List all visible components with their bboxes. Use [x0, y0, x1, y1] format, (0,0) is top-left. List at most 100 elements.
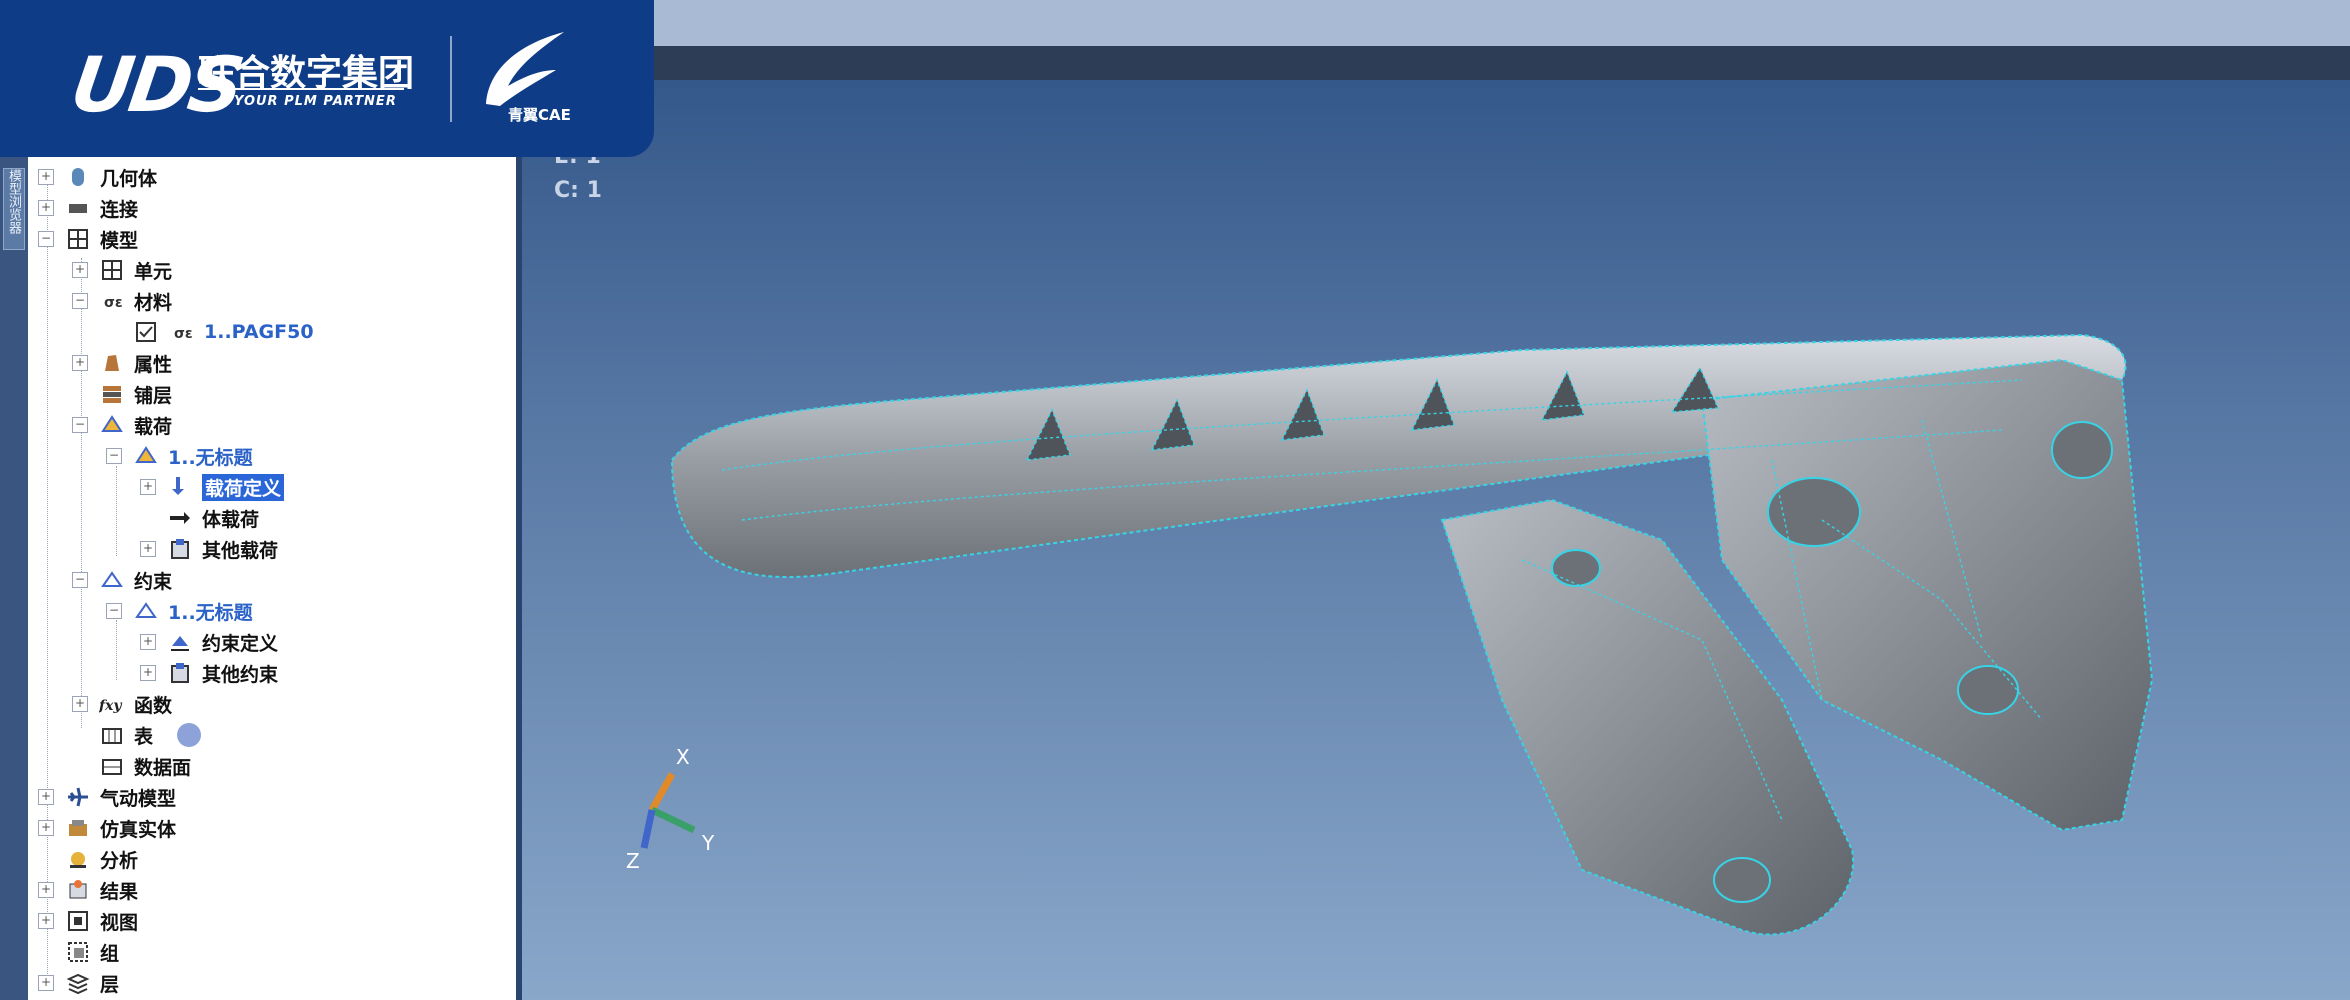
- tree-item-body-load[interactable]: 体载荷: [140, 504, 259, 532]
- expand-toggle[interactable]: +: [38, 913, 54, 929]
- material-icon: σε: [168, 319, 196, 345]
- tree-item-label: 几何体: [100, 167, 158, 190]
- collapse-toggle[interactable]: −: [72, 417, 88, 433]
- expand-toggle[interactable]: +: [72, 355, 88, 371]
- bracket-part-model[interactable]: [522, 0, 2350, 1000]
- tree-item-label: 单元: [134, 260, 173, 283]
- tree-item-constraint[interactable]: − 约束: [72, 566, 172, 594]
- svg-text:σε: σε: [174, 326, 193, 342]
- expand-toggle[interactable]: +: [140, 541, 156, 557]
- tree-item-geometry[interactable]: + 几何体: [38, 163, 157, 191]
- model-browser-tab[interactable]: 模型浏览器: [3, 168, 25, 250]
- expand-toggle[interactable]: +: [38, 882, 54, 898]
- coordinate-triad: X Y Z: [626, 745, 715, 873]
- material-icon: σε: [98, 288, 126, 314]
- tree-item-label: 函数: [134, 694, 173, 717]
- tree-item-label: 约束定义: [202, 632, 279, 655]
- sub-logo-text: 青翼CAE: [508, 106, 571, 124]
- sim-entity-icon: [64, 815, 92, 841]
- collapse-toggle[interactable]: −: [38, 231, 54, 247]
- expand-toggle[interactable]: +: [140, 665, 156, 681]
- tree-item-label: 属性: [134, 353, 173, 376]
- body-load-arrow-icon: [166, 505, 194, 531]
- tree-item-label: 数据面: [134, 756, 192, 779]
- tree-item-connection[interactable]: + 连接: [38, 194, 138, 222]
- collapse-toggle[interactable]: −: [72, 572, 88, 588]
- tree-item-load-definition[interactable]: + 载荷定义: [140, 473, 285, 501]
- analysis-icon: [64, 846, 92, 872]
- tree-item-label: 1..无标题: [168, 601, 253, 624]
- tree-item-label: 结果: [100, 880, 139, 903]
- group-icon: [64, 939, 92, 965]
- model-browser-tab-label: 模型浏览器: [6, 169, 21, 234]
- expand-toggle[interactable]: +: [72, 262, 88, 278]
- tree-item-label: 连接: [100, 198, 139, 221]
- expand-toggle[interactable]: +: [38, 200, 54, 216]
- tree-item-label: 视图: [100, 911, 139, 934]
- tree-item-label: 模型: [100, 229, 139, 252]
- tree-item-ply[interactable]: 铺层: [72, 380, 172, 408]
- tree-item-label: 仿真实体: [100, 818, 177, 841]
- tree-item-label: 表: [134, 725, 154, 748]
- tree-item-material[interactable]: − σε 材料: [72, 287, 172, 315]
- mouse-cursor-icon: [177, 723, 202, 747]
- tree-item-group[interactable]: 组: [38, 938, 119, 966]
- table-icon: [98, 722, 126, 748]
- layers-icon: [64, 970, 92, 996]
- axis-z-label: Z: [626, 849, 640, 873]
- tree-item-table[interactable]: 表: [72, 721, 202, 749]
- tree-item-label: 体载荷: [202, 508, 260, 531]
- tree-item-element[interactable]: + 单元: [72, 256, 172, 284]
- tree-guide-constraint: [116, 620, 117, 680]
- company-underline: [198, 88, 404, 90]
- tree-item-label: 铺层: [134, 384, 173, 407]
- expand-toggle[interactable]: +: [38, 820, 54, 836]
- collapse-toggle[interactable]: −: [72, 293, 88, 309]
- element-grid-icon: [98, 257, 126, 283]
- checkbox-checked-icon[interactable]: [132, 319, 160, 345]
- axis-x-label: X: [676, 745, 690, 769]
- wing-logo-icon: [486, 32, 564, 106]
- airplane-icon: [64, 784, 92, 810]
- tree-item-load-untitled[interactable]: − 1..无标题: [106, 442, 253, 470]
- tree-item-label: 其他约束: [202, 663, 279, 686]
- view-icon: [64, 908, 92, 934]
- tree-item-data-surface[interactable]: 数据面: [72, 752, 191, 780]
- collapse-toggle[interactable]: −: [106, 603, 122, 619]
- cylinder-icon: [64, 164, 92, 190]
- tree-item-view[interactable]: + 视图: [38, 907, 138, 935]
- collapse-toggle[interactable]: −: [106, 448, 122, 464]
- tree-item-label: 层: [100, 973, 120, 996]
- tree-item-aero-model[interactable]: + 气动模型: [38, 783, 176, 811]
- logo-divider: [450, 36, 452, 122]
- tree-item-other-load[interactable]: + 其他载荷: [140, 535, 278, 563]
- tree-guide-model: [81, 258, 82, 728]
- tree-item-property[interactable]: + 属性: [72, 349, 172, 377]
- tree-item-analysis[interactable]: 分析: [38, 845, 138, 873]
- tree-item-load[interactable]: − 载荷: [72, 411, 172, 439]
- axis-y-label: Y: [701, 831, 715, 855]
- expand-toggle[interactable]: +: [72, 696, 88, 712]
- load-icon: [98, 412, 126, 438]
- tree-item-label: 载荷: [134, 415, 173, 438]
- expand-toggle[interactable]: +: [38, 789, 54, 805]
- brand-banner: UDS 联合数字集团 YOUR PLM PARTNER 青翼CAE: [0, 0, 654, 157]
- tree-item-constraint-untitled[interactable]: − 1..无标题: [106, 597, 253, 625]
- svg-text:fxy: fxy: [99, 698, 122, 714]
- expand-toggle[interactable]: +: [140, 634, 156, 650]
- tree-item-sim-entity[interactable]: + 仿真实体: [38, 814, 176, 842]
- graphics-viewport[interactable]: E: 1 C: 1: [522, 0, 2350, 1000]
- tree-item-function[interactable]: + fxy 函数: [72, 690, 172, 718]
- tree-item-material-pagf50[interactable]: σε 1..PAGF50: [132, 318, 314, 346]
- expand-toggle[interactable]: +: [140, 479, 156, 495]
- tree-item-constraint-definition[interactable]: + 约束定义: [140, 628, 278, 656]
- expand-toggle[interactable]: +: [38, 169, 54, 185]
- tree-item-other-constraint[interactable]: + 其他约束: [140, 659, 278, 687]
- tree-item-label: 气动模型: [100, 787, 177, 810]
- tree-guide-load: [116, 466, 117, 556]
- expand-toggle[interactable]: +: [38, 975, 54, 991]
- tree-item-model[interactable]: − 模型: [38, 225, 138, 253]
- tree-item-layer[interactable]: + 层: [38, 969, 119, 997]
- tree-item-results[interactable]: + 结果: [38, 876, 138, 904]
- tree-item-label: 组: [100, 942, 120, 965]
